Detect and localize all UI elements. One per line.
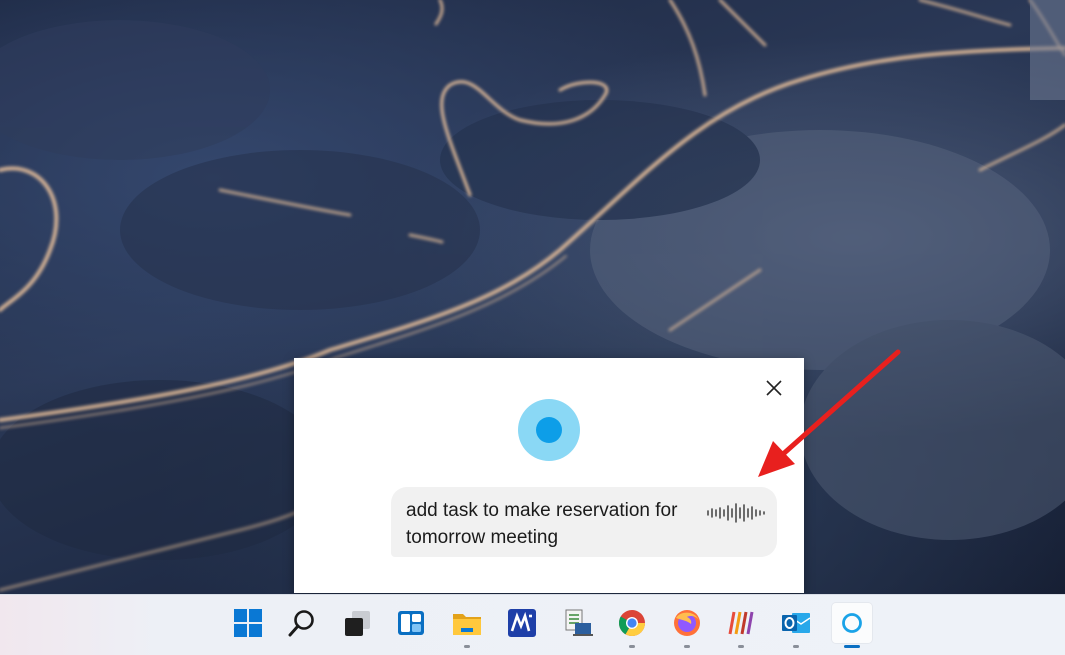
cortana-button[interactable]	[832, 603, 872, 643]
file-explorer-button[interactable]	[447, 603, 487, 643]
search-icon	[288, 610, 314, 637]
outlook-icon	[782, 613, 811, 633]
stripes-app-icon	[728, 611, 754, 635]
windows-logo-icon	[234, 609, 262, 637]
app-button[interactable]	[502, 603, 542, 643]
remote-desktop-icon	[565, 609, 593, 636]
taskbar	[0, 594, 1065, 655]
start-button[interactable]	[228, 603, 268, 643]
cortana-icon	[842, 613, 862, 633]
folder-icon	[453, 614, 481, 635]
active-app-indicator	[844, 645, 860, 648]
running-indicator	[738, 645, 744, 648]
speech-bubble: add task to make reservation for tomorro…	[391, 487, 777, 557]
cortana-dialog: add task to make reservation for tomorro…	[294, 358, 804, 593]
widgets-icon	[398, 611, 424, 635]
running-indicator	[464, 645, 470, 648]
spoken-command-text: add task to make reservation for tomorro…	[406, 500, 678, 548]
close-icon	[766, 380, 782, 396]
cortana-listening-orb	[518, 399, 580, 461]
task-view-button[interactable]	[337, 603, 377, 643]
voice-waveform-icon	[707, 503, 765, 523]
remote-desktop-button[interactable]	[557, 603, 597, 643]
close-button[interactable]	[760, 374, 788, 402]
firefox-button[interactable]	[667, 603, 707, 643]
ma-app-icon	[508, 609, 536, 637]
app-stripes-button[interactable]	[721, 603, 761, 643]
chrome-icon	[618, 610, 646, 637]
firefox-icon	[674, 610, 700, 636]
running-indicator	[629, 645, 635, 648]
search-button[interactable]	[282, 603, 322, 643]
task-view-icon	[345, 611, 370, 636]
running-indicator	[684, 645, 690, 648]
cortana-orb-core	[536, 417, 562, 443]
outlook-button[interactable]	[776, 603, 816, 643]
running-indicator	[793, 645, 799, 648]
chrome-button[interactable]	[612, 603, 652, 643]
widgets-button[interactable]	[391, 603, 431, 643]
